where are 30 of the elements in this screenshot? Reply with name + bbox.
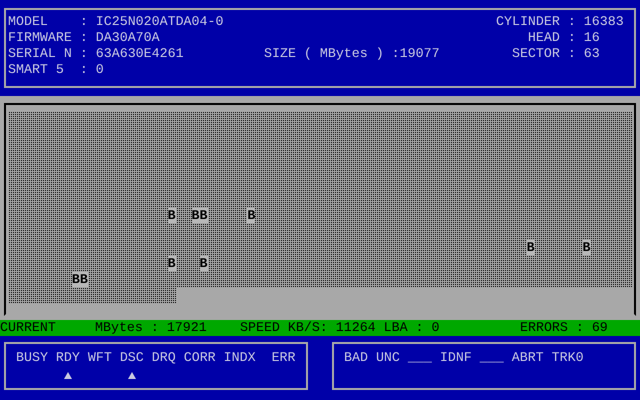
drive-info-text: SERIAL N : 63A630E4261 (8, 46, 185, 62)
error-flag-label: UNC (376, 350, 400, 367)
drive-info-text: FIRMWARE : DA30A70A (8, 30, 161, 46)
register-flag-label: DSC (120, 350, 144, 366)
register-flag-label: DRQ (152, 350, 176, 366)
register-flag-label: WFT (88, 350, 112, 366)
status-text: CURRENT (0, 320, 57, 336)
error-flag-label: TRK0 (552, 350, 584, 367)
status-text: SPEED KB/S: 11264 LBA : 0 (240, 320, 440, 336)
drive-size-text: SIZE ( MBytes ) :19077 (264, 46, 441, 62)
register-flag-label: ERR (272, 350, 296, 366)
bad-block-mark: BB (192, 208, 208, 223)
register-flag-label: CORR (184, 350, 216, 366)
error-flag-label: ___ (408, 350, 432, 367)
error-flag-label: IDNF (440, 350, 472, 367)
register-flag-label: INDX (224, 350, 256, 366)
geometry-text: HEAD : 16 (526, 30, 601, 46)
error-flag-label: ___ (480, 350, 504, 367)
bad-block-mark: B (247, 208, 256, 223)
error-flag-label: BAD (344, 350, 368, 367)
register-flag-label: RDY (56, 350, 80, 366)
status-text: ERRORS : 69 (520, 320, 609, 336)
register-flag-label: BUSY (16, 350, 48, 366)
error-flag-label: ABRT (512, 350, 544, 367)
bad-block-mark: BB (72, 272, 88, 287)
geometry-text: CYLINDER : 16383 (496, 14, 625, 30)
status-text: MBytes : 17921 (95, 320, 208, 336)
drive-info-text: MODEL : IC25N020ATDA04-0 (8, 14, 224, 30)
drive-info-text: SMART 5 : 0 (8, 62, 105, 78)
geometry-text: SECTOR : 63 (510, 46, 601, 62)
